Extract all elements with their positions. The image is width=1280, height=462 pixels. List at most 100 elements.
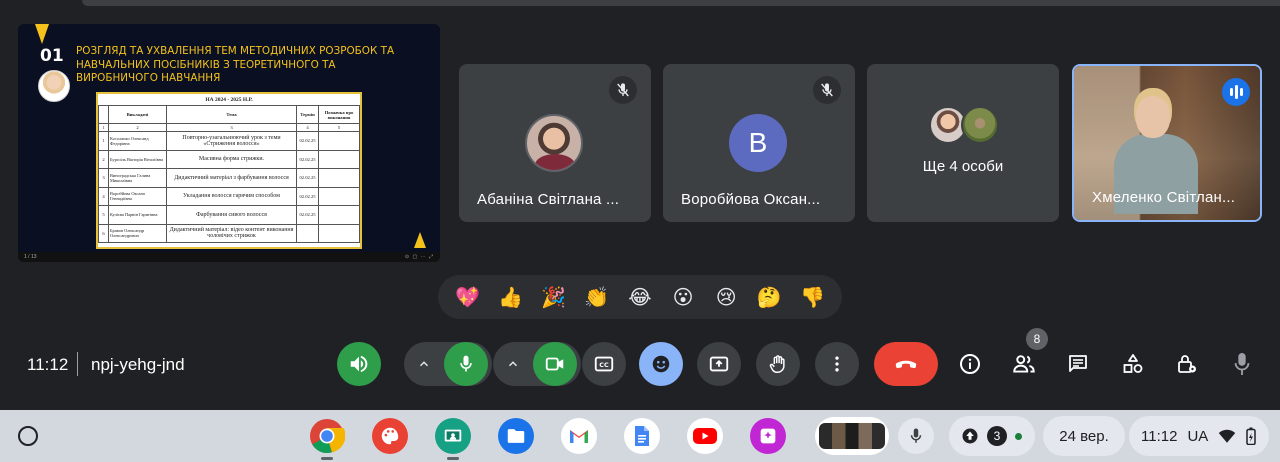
classroom-icon — [444, 429, 462, 442]
row-mark — [318, 205, 360, 225]
participant-tile-active[interactable]: Хмеленко Світлан... — [1072, 64, 1262, 222]
row-number: 5 — [98, 205, 109, 225]
participant-tile[interactable]: Абаніна Світлана ... — [459, 64, 651, 222]
wifi-icon — [1219, 429, 1236, 443]
activities-icon — [1123, 354, 1143, 373]
reaction-thumbs-down[interactable]: 👎 — [795, 280, 829, 314]
slide-controls[interactable]: 1 / 13 ⊙ ▢ ⋯ ⤢ — [18, 252, 440, 262]
reaction-laugh[interactable]: 😂 — [623, 280, 657, 314]
slide-number: 01 — [40, 46, 64, 66]
captions-button[interactable]: CC — [582, 342, 626, 386]
captions-icon: CC — [594, 356, 614, 372]
table-row: 2 Бурґоіль Вікторія Віталіївна Масивна ф… — [98, 149, 360, 169]
more-participants-tile[interactable]: Ще 4 особи — [867, 64, 1059, 222]
row-teacher: Бурґоіль Вікторія Віталіївна — [108, 149, 167, 169]
microphone-icon — [460, 355, 472, 372]
svg-text:CC: CC — [599, 361, 609, 369]
row-teacher: Виноградська Галина Миколаївна — [108, 168, 167, 188]
files-app[interactable] — [498, 418, 534, 454]
row-topic: Дидактичний матеріал: відео контент вико… — [166, 223, 297, 243]
row-mark — [318, 149, 360, 169]
canvas-app[interactable] — [372, 418, 408, 454]
row-topic: Дидактичний матеріал з фарбування волосс… — [166, 168, 297, 188]
doc-heading: НА 2024 - 2025 Н.Р. — [205, 97, 253, 103]
row-term: 02.02.25 — [296, 149, 319, 169]
people-button[interactable] — [1008, 348, 1040, 380]
more-options-button[interactable] — [815, 342, 859, 386]
youtube-icon — [693, 428, 717, 444]
host-controls-button[interactable] — [1171, 348, 1203, 380]
folder-icon — [507, 429, 525, 443]
chrome-app[interactable] — [309, 418, 345, 460]
reaction-heart[interactable]: 💖 — [451, 280, 485, 314]
row-topic: Фарбування сивого волосся — [166, 205, 297, 225]
reaction-thumbs-up[interactable]: 👍 — [494, 280, 528, 314]
table-row: 3 Виноградська Галина Миколаївна Дидакти… — [98, 168, 360, 188]
battery-icon — [1246, 427, 1257, 445]
slide-title: РОЗГЛЯД ТА УХВАЛЕННЯ ТЕМ МЕТОДИЧНИХ РОЗР… — [76, 45, 395, 85]
row-topic: Повторно-узагальнюючий урок з теми «Стри… — [166, 131, 297, 151]
people-icon — [1013, 355, 1035, 373]
reaction-thinking[interactable]: 🤔 — [752, 280, 786, 314]
chevron-up-icon[interactable] — [493, 357, 533, 371]
emoji-icon — [652, 355, 670, 373]
meet-window-thumbnail[interactable] — [815, 417, 889, 455]
raise-hand-button[interactable] — [756, 342, 800, 386]
camera-button[interactable] — [533, 342, 577, 386]
more-vert-icon — [835, 356, 839, 372]
docs-app[interactable] — [624, 418, 660, 454]
youtube-app[interactable] — [687, 418, 723, 454]
present-button[interactable] — [697, 342, 741, 386]
reaction-sad[interactable]: 😢 — [709, 280, 743, 314]
row-mark — [318, 131, 360, 151]
date-pod[interactable]: 24 вер. — [1043, 416, 1125, 456]
gallery-app[interactable] — [750, 418, 786, 454]
participant-tile[interactable]: B Воробйова Оксан... — [663, 64, 855, 222]
classroom-app[interactable] — [435, 418, 471, 460]
row-term: 02.02.25 — [296, 131, 319, 151]
participant-avatar: B — [729, 114, 787, 172]
volume-icon — [350, 355, 368, 373]
presenter-avatar — [38, 70, 70, 102]
presentation-tile[interactable]: 01 РОЗГЛЯД ТА УХВАЛЕННЯ ТЕМ МЕТОДИЧНИХ Р… — [18, 24, 440, 262]
row-teacher: Кулієва Парвін Гаритівна — [108, 205, 167, 225]
speaker-button[interactable] — [337, 342, 381, 386]
mic-off-icon — [609, 76, 637, 104]
participant-name: Воробйова Оксан... — [681, 191, 821, 208]
row-mark — [318, 223, 360, 243]
row-number: 4 — [98, 186, 109, 206]
doc-table: Викладачі Тема Термін Позначка про викон… — [98, 105, 360, 243]
gmail-app[interactable] — [561, 418, 597, 454]
system-tray[interactable]: 11:12 UA — [1129, 416, 1269, 456]
top-bar — [82, 0, 1280, 6]
end-call-button[interactable] — [874, 342, 938, 386]
reaction-surprised[interactable]: 😮 — [666, 280, 700, 314]
launcher-icon[interactable] — [18, 426, 38, 446]
mic-button[interactable] — [444, 342, 488, 386]
row-term — [296, 223, 319, 243]
row-topic: Укладання волосся гарячим способом — [166, 186, 297, 206]
chevron-up-icon[interactable] — [404, 357, 444, 371]
shelf-mic-button[interactable] — [898, 418, 934, 454]
slide-control-icons[interactable]: ⊙ ▢ ⋯ ⤢ — [405, 254, 434, 260]
row-number: 2 — [98, 149, 109, 169]
camera-control[interactable] — [493, 342, 581, 386]
reaction-party[interactable]: 🎉 — [537, 280, 571, 314]
emoji-button[interactable] — [639, 342, 683, 386]
notification-pod[interactable]: 3 — [949, 416, 1035, 456]
meeting-info-button[interactable] — [954, 348, 986, 380]
mic-control[interactable] — [404, 342, 492, 386]
reaction-clap[interactable]: 👏 — [580, 280, 614, 314]
participant-name: Хмеленко Світлан... — [1092, 189, 1236, 206]
row-term: 02.02.25 — [296, 168, 319, 188]
doc-header: Тема — [166, 105, 297, 124]
table-row: 4 Воробйова Оксана Геннадіївна Укладання… — [98, 186, 360, 206]
status-dot — [1015, 432, 1022, 440]
divider — [77, 352, 78, 376]
host-controls-icon — [1178, 355, 1196, 373]
participant-avatar — [525, 114, 583, 172]
os-shelf: 3 24 вер. 11:12 UA — [0, 410, 1280, 462]
chat-button[interactable] — [1062, 348, 1094, 380]
row-number: 6 — [98, 223, 109, 243]
activities-button[interactable] — [1117, 348, 1149, 380]
